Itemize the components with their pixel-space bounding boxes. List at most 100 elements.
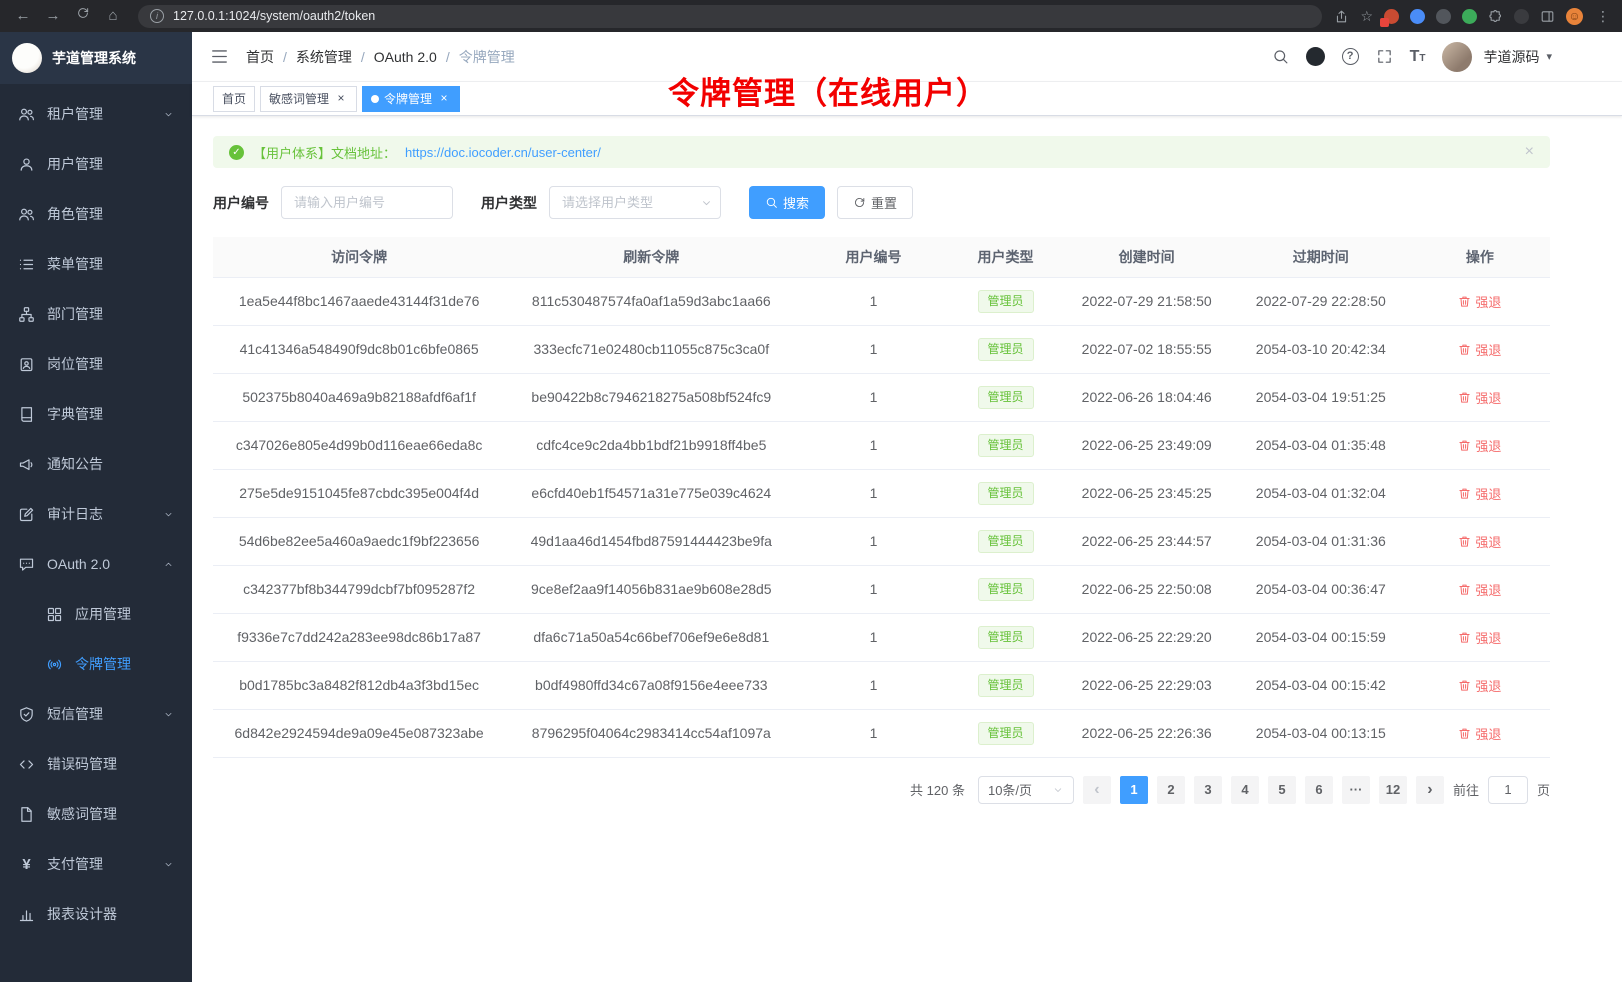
username[interactable]: 芋道源码 [1483, 47, 1539, 67]
sidebar-item-pay[interactable]: ¥ 支付管理 [0, 839, 192, 889]
force-logout-button[interactable]: 强退 [1458, 580, 1501, 599]
extension-icon[interactable] [1436, 9, 1451, 24]
site-info-icon[interactable]: i [150, 9, 164, 23]
user-id-input[interactable] [281, 186, 453, 219]
side-panel-icon[interactable] [1540, 9, 1555, 24]
reset-button[interactable]: 重置 [837, 186, 913, 219]
create-time-cell: 2022-07-29 21:58:50 [1062, 277, 1232, 325]
logo-row[interactable]: 芋道管理系统 [0, 32, 192, 84]
table-header-row: 访问令牌 刷新令牌 用户编号 用户类型 创建时间 过期时间 操作 [213, 237, 1550, 277]
action-cell: 强退 [1410, 373, 1550, 421]
force-logout-button[interactable]: 强退 [1458, 340, 1501, 359]
help-icon[interactable]: ? [1342, 48, 1359, 65]
user-id-cell: 1 [797, 709, 949, 757]
extensions-puzzle-icon[interactable] [1488, 9, 1503, 24]
extension-icon[interactable] [1514, 9, 1529, 24]
page-button[interactable]: 12 [1379, 776, 1407, 804]
create-time-cell: 2022-06-25 22:50:08 [1062, 565, 1232, 613]
sidebar-item-sensitive-word[interactable]: 敏感词管理 [0, 789, 192, 839]
expire-time-cell: 2054-03-04 00:13:15 [1232, 709, 1410, 757]
github-icon[interactable] [1306, 47, 1325, 66]
trash-icon [1458, 535, 1471, 548]
bookmark-star-icon[interactable]: ☆ [1360, 8, 1373, 25]
force-logout-button[interactable]: 强退 [1458, 292, 1501, 311]
page-button[interactable]: 6 [1305, 776, 1333, 804]
tab-sensitive-word[interactable]: 敏感词管理 × [260, 86, 357, 112]
sidebar-item-oauth[interactable]: OAuth 2.0 [0, 539, 192, 589]
page-size-value: 10条/页 [988, 780, 1032, 799]
sidebar-item-oauth-app[interactable]: 应用管理 [0, 589, 192, 639]
menu-label: 短信管理 [47, 704, 103, 724]
broadcast-icon [46, 656, 63, 673]
sidebar-item-audit-log[interactable]: 审计日志 [0, 489, 192, 539]
page-button[interactable]: ··· [1342, 776, 1370, 804]
alert-doc-link[interactable]: https://doc.iocoder.cn/user-center/ [405, 145, 601, 160]
extension-icon[interactable] [1410, 9, 1425, 24]
sidebar-item-tenant[interactable]: 租户管理 [0, 89, 192, 139]
browser-home-button[interactable]: ⌂ [100, 3, 126, 29]
extension-icon[interactable] [1462, 9, 1477, 24]
force-logout-button[interactable]: 强退 [1458, 484, 1501, 503]
share-icon[interactable] [1334, 9, 1349, 24]
force-logout-button[interactable]: 强退 [1458, 724, 1501, 743]
page-button[interactable]: 1 [1120, 776, 1148, 804]
user-menu-caret-icon[interactable]: ▾ [1546, 50, 1552, 63]
prev-page-button[interactable]: ‹ [1083, 776, 1111, 804]
browser-reload-button[interactable] [70, 3, 96, 29]
next-page-button[interactable]: › [1416, 776, 1444, 804]
search-button-label: 搜索 [783, 193, 809, 212]
force-logout-button[interactable]: 强退 [1458, 676, 1501, 695]
extension-icon[interactable] [1384, 9, 1399, 24]
tab-home[interactable]: 首页 [213, 86, 255, 112]
force-logout-button[interactable]: 强退 [1458, 628, 1501, 647]
sidebar-item-error-code[interactable]: 错误码管理 [0, 739, 192, 789]
goto-page-input[interactable] [1488, 776, 1528, 804]
tab-close-icon[interactable]: × [334, 92, 348, 106]
page-button[interactable]: 3 [1194, 776, 1222, 804]
sidebar-item-report-designer[interactable]: 报表设计器 [0, 889, 192, 939]
search-button[interactable]: 搜索 [749, 186, 825, 219]
user-avatar[interactable] [1442, 42, 1472, 72]
table-row: 41c41346a548490f9dc8b01c6bfe0865 333ecfc… [213, 325, 1550, 373]
sidebar-item-post[interactable]: 岗位管理 [0, 339, 192, 389]
create-time-cell: 2022-07-02 18:55:55 [1062, 325, 1232, 373]
breadcrumb-item[interactable]: OAuth 2.0 [374, 49, 437, 65]
search-icon[interactable] [1272, 48, 1289, 65]
sidebar-item-oauth-token[interactable]: 令牌管理 [0, 639, 192, 689]
sidebar-item-menu[interactable]: 菜单管理 [0, 239, 192, 289]
breadcrumb-item[interactable]: 首页 [246, 47, 274, 67]
user-type-select[interactable] [549, 186, 721, 219]
sidebar-item-role[interactable]: 角色管理 [0, 189, 192, 239]
user-type-select-input[interactable] [549, 186, 721, 219]
force-logout-button[interactable]: 强退 [1458, 436, 1501, 455]
breadcrumb-item[interactable]: 系统管理 [296, 47, 352, 67]
fullscreen-icon[interactable] [1376, 48, 1393, 65]
tab-token[interactable]: 令牌管理 × [362, 86, 460, 112]
browser-address-bar[interactable]: i 127.0.0.1:1024/system/oauth2/token [138, 5, 1322, 28]
sidebar-collapse-icon[interactable] [210, 47, 229, 66]
sidebar-item-user[interactable]: 用户管理 [0, 139, 192, 189]
sidebar-item-dept[interactable]: 部门管理 [0, 289, 192, 339]
font-size-icon[interactable]: TT [1410, 48, 1426, 66]
url-text: 127.0.0.1:1024/system/oauth2/token [173, 9, 375, 23]
browser-forward-button[interactable]: → [40, 3, 66, 29]
menu-label: 审计日志 [47, 504, 103, 524]
refresh-token-cell: cdfc4ce9c2da4bb1bdf21b9918ff4be5 [505, 421, 797, 469]
tab-close-icon[interactable]: × [437, 92, 451, 106]
browser-menu-icon[interactable]: ⋮ [1594, 8, 1612, 25]
browser-back-button[interactable]: ← [10, 3, 36, 29]
page-button[interactable]: 4 [1231, 776, 1259, 804]
force-logout-button[interactable]: 强退 [1458, 388, 1501, 407]
browser-profile-avatar[interactable]: ☺ [1566, 8, 1583, 25]
page-size-select[interactable]: 10条/页 [978, 776, 1074, 804]
app-frame: 芋道管理系统 租户管理 用户管理 角色管理 菜单管理 部门管理 [0, 32, 1622, 982]
sidebar-item-dict[interactable]: 字典管理 [0, 389, 192, 439]
force-logout-button[interactable]: 强退 [1458, 532, 1501, 551]
page-button[interactable]: 5 [1268, 776, 1296, 804]
user-id-cell: 1 [797, 613, 949, 661]
page-button[interactable]: 2 [1157, 776, 1185, 804]
sidebar-item-sms[interactable]: 短信管理 [0, 689, 192, 739]
force-logout-label: 强退 [1475, 340, 1501, 359]
alert-close-icon[interactable]: × [1525, 143, 1534, 161]
sidebar-item-notice[interactable]: 通知公告 [0, 439, 192, 489]
